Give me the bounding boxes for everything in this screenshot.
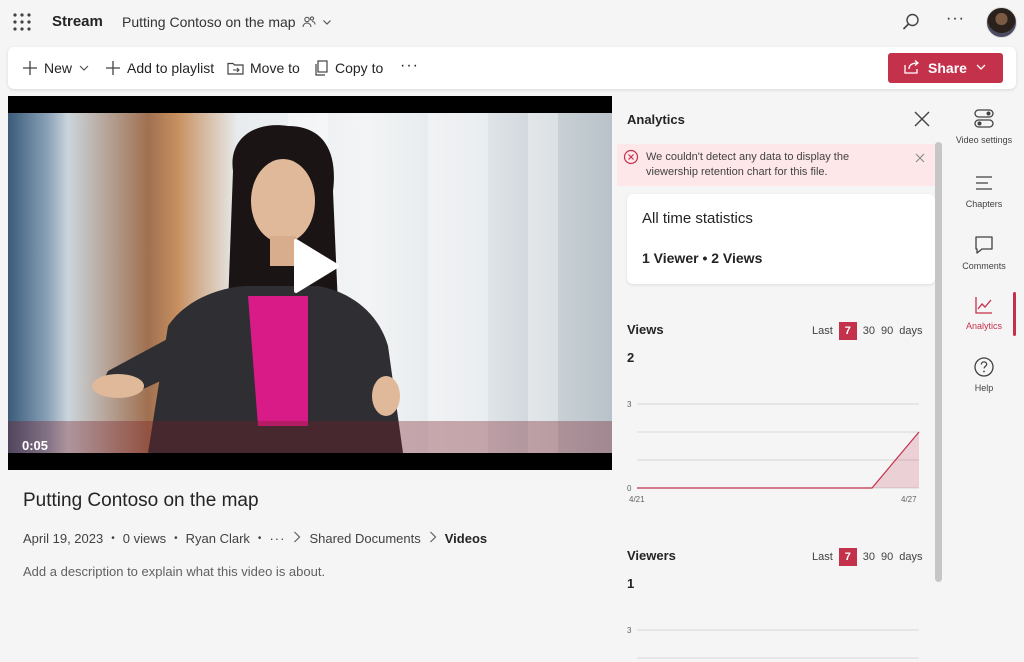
range-option-30[interactable]: 30 [863, 551, 875, 563]
viewers-chart: 3 [627, 626, 919, 659]
video-player[interactable]: 0:05 [8, 96, 612, 470]
new-button[interactable]: New [22, 58, 90, 78]
analytics-panel: Analytics We couldn't detect any data to… [617, 96, 947, 662]
close-icon[interactable] [913, 110, 931, 128]
views-total: 2 [627, 350, 635, 365]
y-tick-label: 0 [627, 484, 632, 493]
breadcrumb-more-icon[interactable]: ··· [269, 531, 285, 546]
views-range-selector: Last 7 30 90 days [812, 322, 923, 340]
video-timecode: 0:05 [22, 438, 49, 453]
more-commands-icon[interactable]: ··· [400, 56, 419, 76]
y-tick-label: 3 [627, 400, 632, 409]
chevron-down-icon [975, 60, 987, 76]
range-suffix: days [899, 551, 923, 563]
range-option-30[interactable]: 30 [863, 325, 875, 337]
chevron-right-icon [293, 531, 301, 546]
list-icon [973, 172, 995, 199]
video-author[interactable]: Ryan Clark [186, 531, 250, 546]
breadcrumb-current[interactable]: Videos [445, 531, 487, 546]
copy-icon [314, 59, 329, 77]
help-icon [973, 356, 995, 383]
rail-active-indicator [1013, 292, 1016, 336]
rail-item-comments[interactable]: Comments [950, 234, 1018, 271]
comment-icon [973, 234, 995, 261]
file-title-menu[interactable]: Putting Contoso on the map [122, 14, 332, 30]
chevron-down-icon [78, 62, 90, 74]
app-launcher-icon[interactable] [12, 12, 32, 32]
range-option-90[interactable]: 90 [881, 551, 893, 563]
rail-label: Analytics [965, 321, 1002, 331]
play-icon[interactable] [291, 238, 341, 294]
range-option-7[interactable]: 7 [838, 322, 857, 340]
video-views: 0 views [122, 531, 167, 546]
video-metadata: April 19, 2023 • 0 views • Ryan Clark • … [23, 531, 487, 546]
dismiss-alert-icon[interactable] [915, 152, 925, 166]
error-alert: We couldn't detect any data to display t… [617, 144, 937, 186]
description-field[interactable]: Add a description to explain what this v… [23, 564, 325, 579]
range-option-7[interactable]: 7 [838, 548, 857, 566]
stats-title: All time statistics [642, 210, 753, 227]
panel-scrollbar[interactable] [935, 142, 942, 582]
avatar[interactable] [986, 7, 1017, 38]
x-tick-label: 4/27 [901, 495, 917, 504]
breadcrumb-folder[interactable]: Shared Documents [309, 531, 420, 546]
video-title[interactable]: Putting Contoso on the map [23, 490, 259, 512]
viewers-range-selector: Last 7 30 90 days [812, 548, 923, 566]
new-label: New [44, 60, 73, 76]
y-tick-label: 3 [627, 626, 632, 635]
error-icon [623, 149, 639, 170]
rail-label: Video settings [955, 135, 1013, 145]
rail-item-video-settings[interactable]: Video settings [950, 108, 1018, 145]
chevron-down-icon [322, 17, 332, 27]
analytics-icon [973, 294, 995, 321]
range-option-90[interactable]: 90 [881, 325, 893, 337]
more-options-icon[interactable]: ··· [946, 10, 965, 28]
share-button[interactable]: Share [888, 53, 1003, 83]
all-time-stats-card: All time statistics 1 Viewer • 2 Views [627, 194, 935, 284]
plus-icon [22, 60, 38, 76]
right-rail: Video settings Chapters Comments Analyti… [950, 96, 1024, 662]
chevron-right-icon [429, 531, 437, 546]
move-to-label: Move to [250, 60, 300, 76]
copy-to-label: Copy to [335, 60, 384, 76]
top-bar: Stream Putting Contoso on the map ··· [0, 0, 1024, 46]
people-icon [302, 15, 316, 29]
viewers-total: 1 [627, 576, 635, 591]
separator-dot: • [257, 533, 262, 544]
plus-icon [105, 60, 121, 76]
search-icon[interactable] [900, 11, 922, 33]
rail-label: Comments [962, 261, 1006, 271]
copy-to-button[interactable]: Copy to [314, 58, 383, 78]
video-date: April 19, 2023 [23, 531, 104, 546]
x-tick-label: 4/21 [629, 495, 645, 504]
views-chart-title: Views [627, 322, 664, 337]
stats-value: 1 Viewer • 2 Views [642, 250, 763, 266]
views-chart: 0 3 4/21 4/27 [627, 400, 920, 504]
range-prefix: Last [812, 551, 833, 563]
viewers-chart-title: Viewers [627, 548, 676, 563]
rail-item-chapters[interactable]: Chapters [950, 172, 1018, 209]
command-bar: New Add to playlist Move to Copy to ··· … [8, 47, 1016, 89]
rail-item-help[interactable]: Help [950, 356, 1018, 393]
share-icon [904, 59, 920, 77]
toggle-icon [973, 108, 995, 135]
move-to-button[interactable]: Move to [227, 58, 300, 78]
rail-label: Chapters [965, 199, 1003, 209]
panel-title: Analytics [627, 112, 685, 127]
range-prefix: Last [812, 325, 833, 337]
alert-text: We couldn't detect any data to display t… [646, 151, 850, 178]
separator-dot: • [111, 533, 115, 544]
app-name[interactable]: Stream [52, 13, 103, 30]
rail-item-analytics[interactable]: Analytics [950, 294, 1018, 331]
add-to-playlist-label: Add to playlist [127, 60, 215, 76]
rail-label: Help [974, 383, 994, 393]
folder-move-icon [227, 61, 244, 76]
add-to-playlist-button[interactable]: Add to playlist [105, 58, 214, 78]
range-suffix: days [899, 325, 923, 337]
share-label: Share [928, 60, 967, 76]
separator-dot: • [174, 533, 178, 544]
file-title-text: Putting Contoso on the map [122, 14, 296, 30]
